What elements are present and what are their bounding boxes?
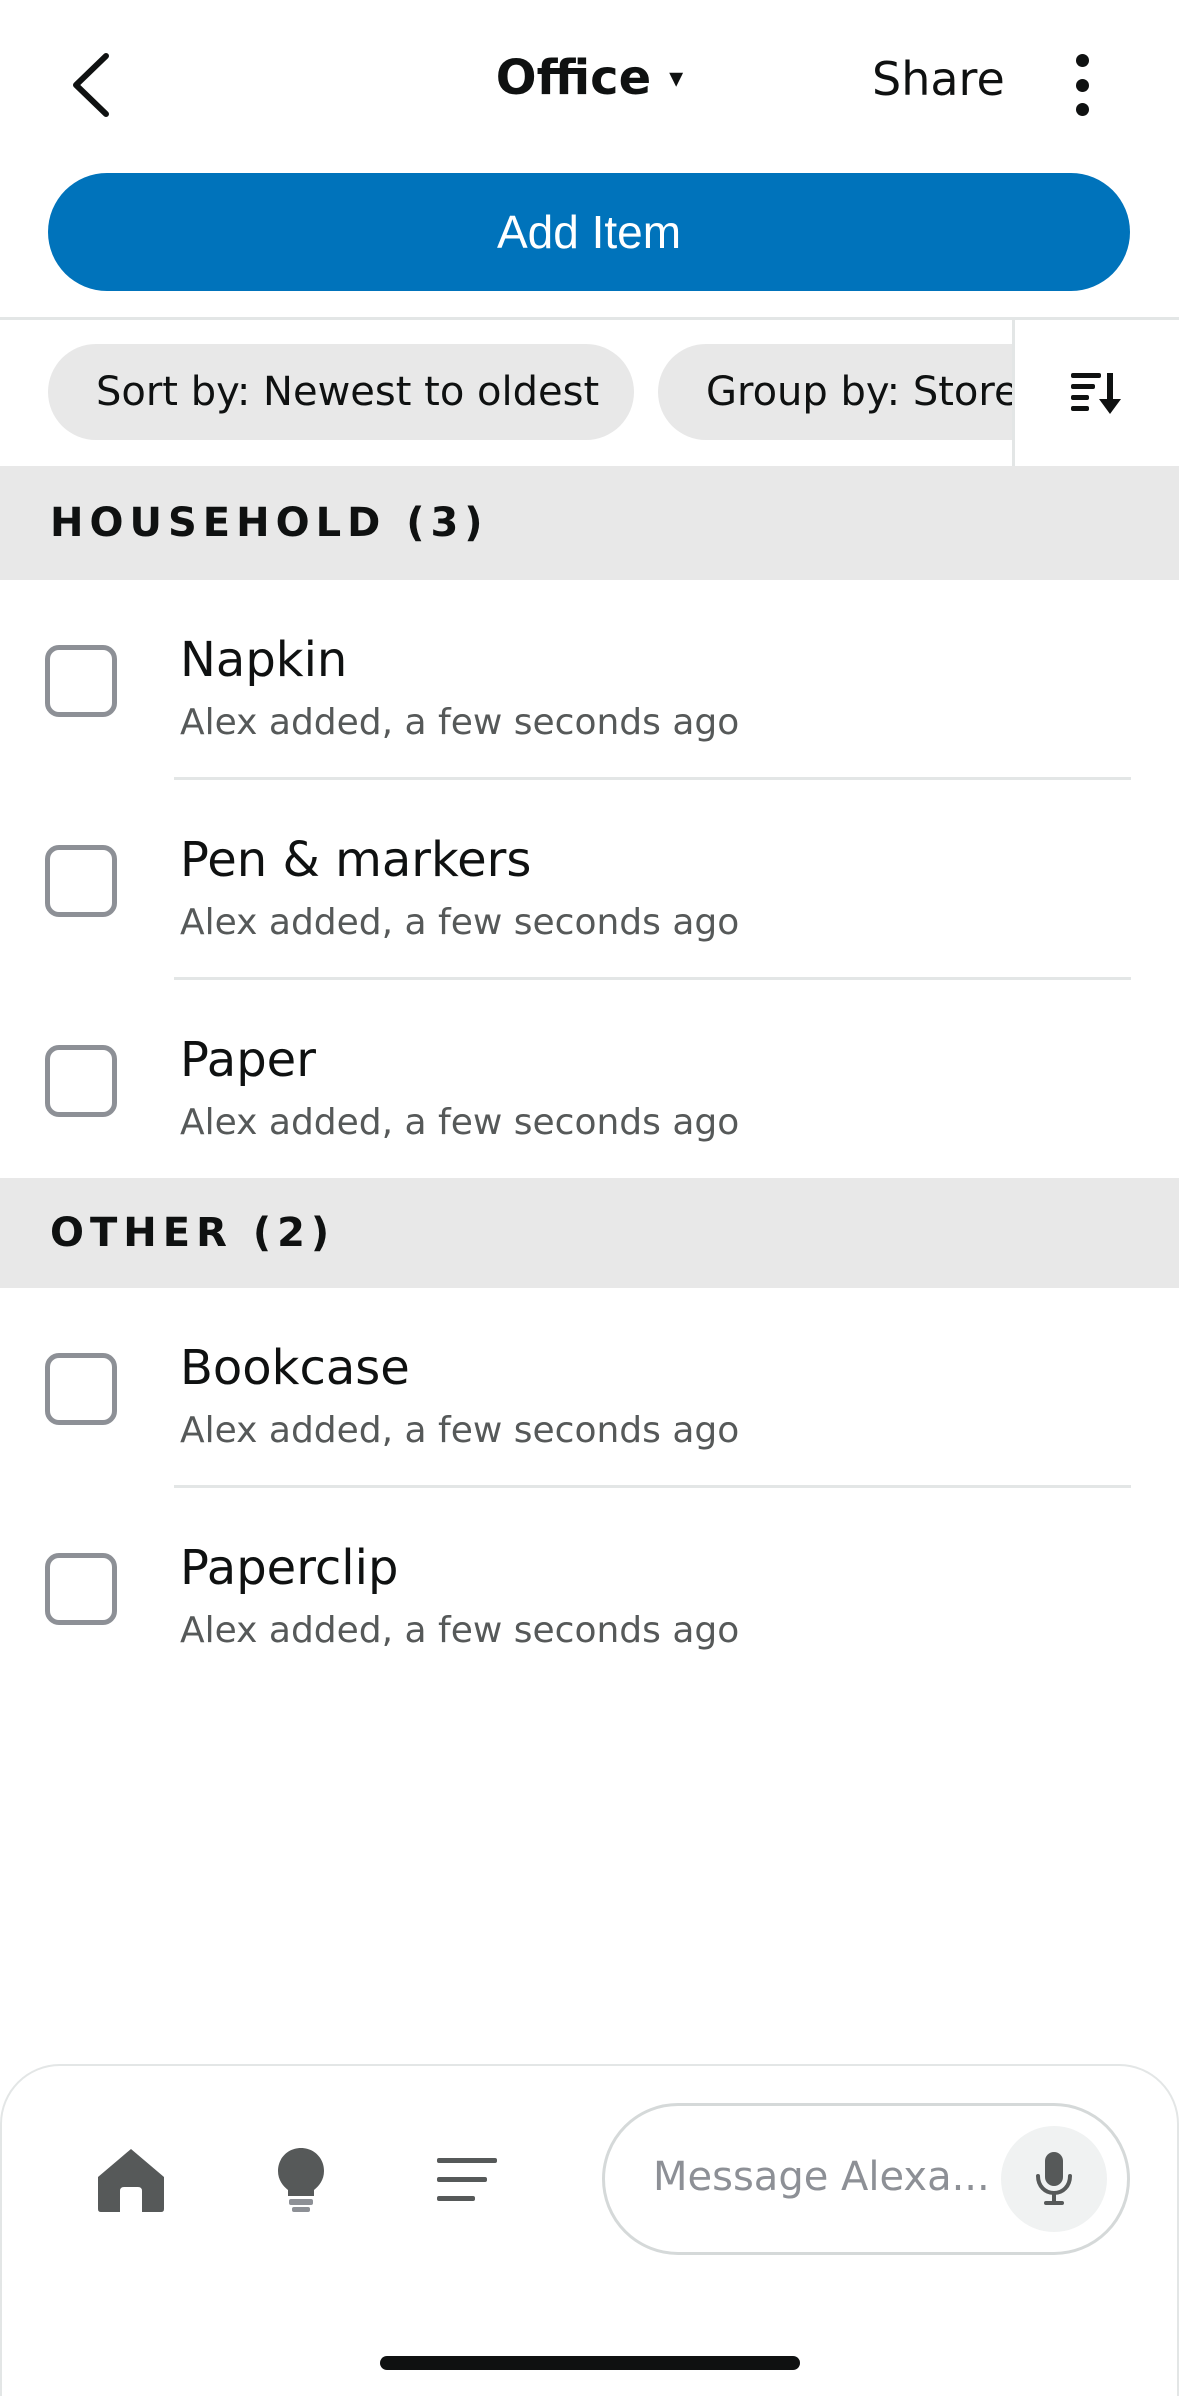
item-checkbox[interactable] bbox=[45, 845, 117, 917]
section-header-other: OTHER (2) bbox=[0, 1178, 1179, 1288]
group-chip[interactable]: Group by: Store bbox=[658, 344, 1013, 440]
microphone-button[interactable] bbox=[1001, 2126, 1107, 2232]
item-meta: Alex added, a few seconds ago bbox=[180, 702, 740, 743]
message-input[interactable]: Message Alexa... bbox=[602, 2103, 1130, 2255]
item-checkbox[interactable] bbox=[45, 645, 117, 717]
list-item[interactable]: Bookcase Alex added, a few seconds ago bbox=[0, 1288, 1179, 1488]
share-button[interactable]: Share bbox=[872, 52, 1005, 106]
item-checkbox[interactable] bbox=[45, 1553, 117, 1625]
more-vertical-icon bbox=[1075, 103, 1089, 116]
more-vertical-icon bbox=[1075, 54, 1089, 67]
item-name: Pen & markers bbox=[180, 832, 532, 888]
lightbulb-icon bbox=[278, 2148, 324, 2212]
filter-bar: Sort by: Newest to oldest Group by: Stor… bbox=[0, 320, 1179, 466]
section-header-household: HOUSEHOLD (3) bbox=[0, 466, 1179, 580]
microphone-icon bbox=[1036, 2152, 1072, 2205]
sort-icon bbox=[1071, 373, 1121, 414]
item-checkbox[interactable] bbox=[45, 1045, 117, 1117]
sort-button[interactable] bbox=[1012, 320, 1179, 466]
header: Office ▾ Share bbox=[0, 0, 1179, 165]
list-title: Office bbox=[495, 50, 652, 106]
list-item[interactable]: Napkin Alex added, a few seconds ago bbox=[0, 580, 1179, 780]
sort-chip[interactable]: Sort by: Newest to oldest bbox=[48, 344, 634, 440]
list-item[interactable]: Pen & markers Alex added, a few seconds … bbox=[0, 780, 1179, 980]
list-icon bbox=[437, 2158, 497, 2201]
discover-tab[interactable] bbox=[256, 2135, 346, 2225]
more-vertical-icon bbox=[1075, 78, 1089, 92]
item-name: Paperclip bbox=[180, 1540, 399, 1596]
list-title-dropdown[interactable]: Office ▾ bbox=[496, 50, 683, 106]
item-name: Napkin bbox=[180, 632, 348, 688]
list-item[interactable]: Paper Alex added, a few seconds ago bbox=[0, 980, 1179, 1178]
item-meta: Alex added, a few seconds ago bbox=[180, 1410, 740, 1451]
home-indicator bbox=[380, 2356, 800, 2370]
home-icon bbox=[98, 2149, 164, 2212]
more-options-button[interactable] bbox=[1060, 50, 1104, 120]
item-name: Bookcase bbox=[180, 1340, 410, 1396]
list-item[interactable]: Paperclip Alex added, a few seconds ago bbox=[0, 1488, 1179, 1688]
item-meta: Alex added, a few seconds ago bbox=[180, 1102, 740, 1143]
item-meta: Alex added, a few seconds ago bbox=[180, 1610, 740, 1651]
item-meta: Alex added, a few seconds ago bbox=[180, 902, 740, 943]
add-item-button[interactable]: Add Item bbox=[48, 173, 1130, 291]
home-tab[interactable] bbox=[86, 2135, 176, 2225]
lists-tab[interactable] bbox=[422, 2135, 512, 2225]
item-checkbox[interactable] bbox=[45, 1353, 117, 1425]
chevron-down-icon: ▾ bbox=[669, 61, 684, 94]
message-placeholder: Message Alexa... bbox=[653, 2154, 990, 2200]
item-name: Paper bbox=[180, 1032, 316, 1088]
page: Office ▾ Share Add Item Sort by: Newest … bbox=[0, 0, 1179, 2396]
